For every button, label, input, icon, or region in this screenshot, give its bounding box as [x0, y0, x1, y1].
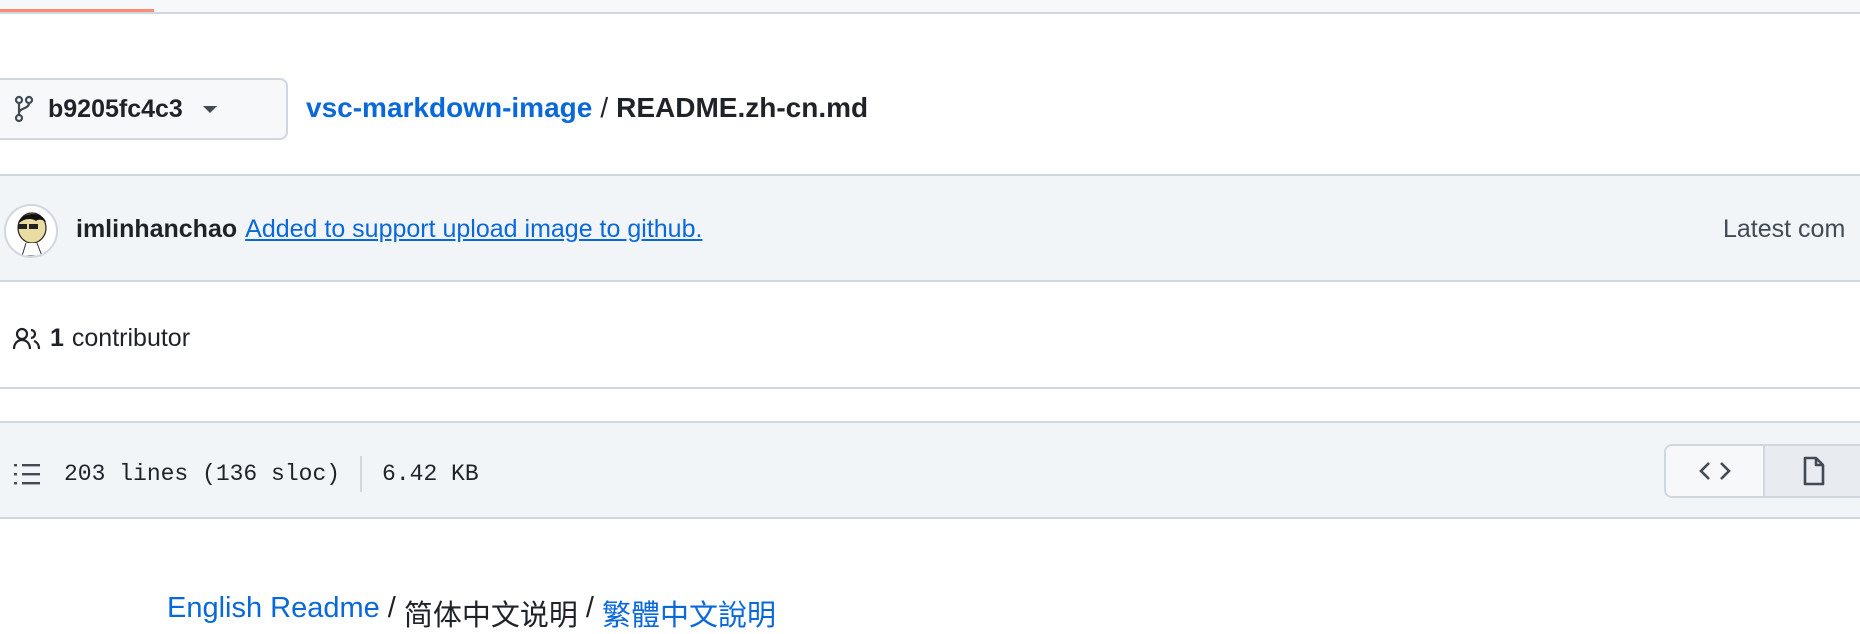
people-icon: [12, 327, 41, 349]
file-icon: [1803, 456, 1824, 486]
avatar[interactable]: [4, 204, 58, 258]
contributor-label: contributor: [71, 324, 191, 352]
chevron-down-icon: [202, 105, 217, 113]
divider: [360, 456, 363, 492]
contributors-link[interactable]: 1 contributor: [12, 324, 190, 353]
view-toggle: [1664, 444, 1860, 498]
line-count: 203 lines (136 sloc): [64, 461, 341, 487]
code-view-button[interactable]: [1666, 446, 1765, 496]
list-icon[interactable]: [14, 462, 42, 486]
file-size: 6.42 KB: [382, 461, 479, 487]
divider: [0, 387, 1860, 389]
code-icon: [1698, 462, 1731, 480]
breadcrumb-separator: /: [600, 92, 609, 123]
file-name: README.zh-cn.md: [616, 92, 869, 123]
contributor-count: 1: [50, 324, 64, 352]
commit-author[interactable]: imlinhanchao: [76, 215, 237, 244]
repo-link[interactable]: vsc-markdown-image: [306, 92, 592, 124]
branch-name: b9205fc4c3: [48, 94, 183, 123]
breadcrumb: vsc-markdown-image / README.zh-cn.md: [306, 92, 868, 124]
avatar-image: [17, 212, 47, 256]
file-info: 203 lines (136 sloc) 6.42 KB: [14, 456, 479, 492]
top-bar: [0, 0, 1860, 14]
branch-select-button[interactable]: b9205fc4c3: [0, 78, 288, 140]
commit-summary: imlinhanchao Added to support upload ima…: [76, 215, 702, 244]
page-load-progress: [0, 9, 154, 12]
latest-commit-label[interactable]: Latest com: [1723, 215, 1845, 244]
commit-message-link[interactable]: Added to support upload image to github.: [245, 215, 702, 244]
preview-button[interactable]: [1765, 446, 1860, 496]
git-branch-icon: [14, 95, 34, 123]
